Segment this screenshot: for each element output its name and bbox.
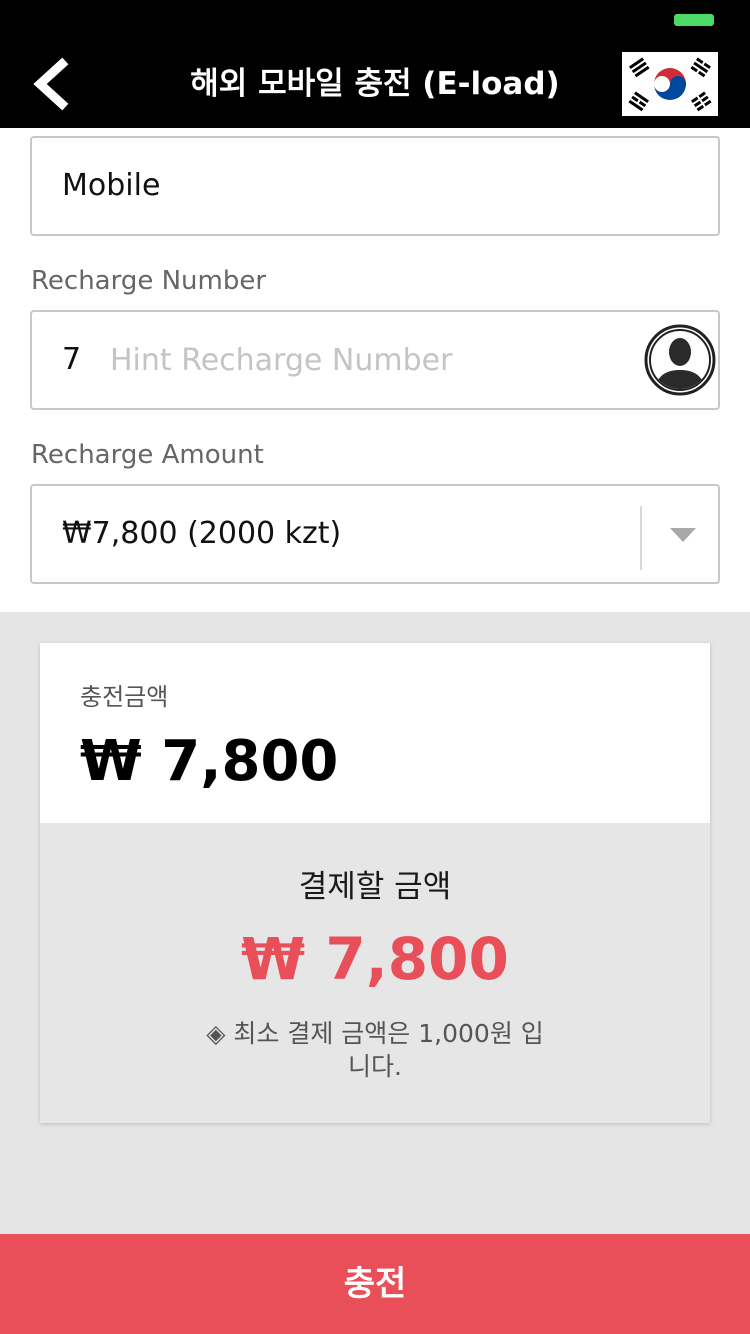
page-title: 해외 모바일 충전 (E-load) [190,66,560,102]
country-flag-button[interactable] [622,52,718,116]
recharge-type-field[interactable]: Mobile [30,136,720,236]
minimum-payment-note: ◈ 최소 결제 금액은 1,000원 입니다. [206,1019,544,1081]
charge-amount-value: ₩ 7,800 [80,729,339,794]
battery-icon [674,14,714,26]
recharge-amount-selected: ₩7,800 (2000 kzt) [62,516,342,551]
top-bar: 해외 모바일 충전 (E-load) [0,0,750,128]
charge-amount-label: 충전금액 [80,683,169,711]
recharge-amount-label: Recharge Amount [31,440,264,470]
recharge-amount-select[interactable]: ₩7,800 (2000 kzt) [30,484,720,584]
south-korea-flag-icon [622,52,718,116]
recharge-type-value: Mobile [62,168,161,203]
caret-down-icon [670,528,696,542]
chevron-left-icon [33,57,69,111]
recharge-number-input[interactable] [110,332,630,388]
back-button[interactable] [22,56,78,112]
select-divider [640,506,642,570]
payment-summary-card: 충전금액 ₩ 7,800 결제할 금액 ₩ 7,800 ◈ 최소 결제 금액은 … [40,643,710,1123]
contact-person-icon [644,324,716,396]
payment-amount-value: ₩ 7,800 [241,925,509,993]
charge-amount-panel: 충전금액 ₩ 7,800 [40,643,710,823]
recharge-number-label: Recharge Number [31,266,267,296]
recharge-number-field: 7 [30,310,720,410]
contact-picker-button[interactable] [644,320,716,400]
charge-button[interactable]: 충전 [0,1234,750,1334]
country-code-prefix: 7 [62,342,82,377]
payment-amount-label: 결제할 금액 [298,869,452,905]
